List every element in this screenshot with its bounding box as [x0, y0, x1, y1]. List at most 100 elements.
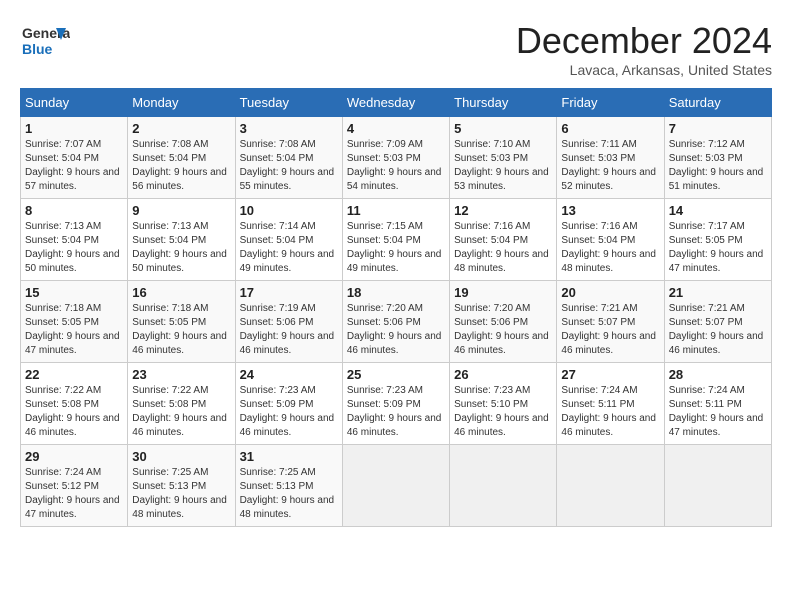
day-info: Sunrise: 7:24 AMSunset: 5:12 PMDaylight:… [25, 467, 120, 520]
day-number: 5 [454, 121, 552, 136]
day-number: 14 [669, 203, 767, 218]
day-info: Sunrise: 7:19 AMSunset: 5:06 PMDaylight:… [240, 303, 335, 356]
day-cell: 15 Sunrise: 7:18 AMSunset: 5:05 PMDaylig… [21, 281, 128, 363]
day-info: Sunrise: 7:25 AMSunset: 5:13 PMDaylight:… [132, 467, 227, 520]
day-info: Sunrise: 7:10 AMSunset: 5:03 PMDaylight:… [454, 139, 549, 192]
day-number: 3 [240, 121, 338, 136]
day-info: Sunrise: 7:16 AMSunset: 5:04 PMDaylight:… [561, 221, 656, 274]
day-number: 9 [132, 203, 230, 218]
day-of-week-header: Monday [128, 89, 235, 117]
day-of-week-header: Sunday [21, 89, 128, 117]
day-cell: 23 Sunrise: 7:22 AMSunset: 5:08 PMDaylig… [128, 363, 235, 445]
day-info: Sunrise: 7:18 AMSunset: 5:05 PMDaylight:… [132, 303, 227, 356]
day-info: Sunrise: 7:24 AMSunset: 5:11 PMDaylight:… [669, 385, 764, 438]
day-cell: 10 Sunrise: 7:14 AMSunset: 5:04 PMDaylig… [235, 199, 342, 281]
day-number: 28 [669, 367, 767, 382]
day-info: Sunrise: 7:07 AMSunset: 5:04 PMDaylight:… [25, 139, 120, 192]
day-info: Sunrise: 7:11 AMSunset: 5:03 PMDaylight:… [561, 139, 656, 192]
day-cell: 5 Sunrise: 7:10 AMSunset: 5:03 PMDayligh… [450, 117, 557, 199]
day-of-week-header: Wednesday [342, 89, 449, 117]
empty-day-cell [342, 445, 449, 527]
subtitle: Lavaca, Arkansas, United States [516, 62, 772, 78]
title-area: December 2024 Lavaca, Arkansas, United S… [516, 20, 772, 78]
day-cell: 13 Sunrise: 7:16 AMSunset: 5:04 PMDaylig… [557, 199, 664, 281]
day-info: Sunrise: 7:25 AMSunset: 5:13 PMDaylight:… [240, 467, 335, 520]
day-cell: 28 Sunrise: 7:24 AMSunset: 5:11 PMDaylig… [664, 363, 771, 445]
day-info: Sunrise: 7:22 AMSunset: 5:08 PMDaylight:… [25, 385, 120, 438]
day-number: 20 [561, 285, 659, 300]
day-info: Sunrise: 7:23 AMSunset: 5:09 PMDaylight:… [347, 385, 442, 438]
day-info: Sunrise: 7:17 AMSunset: 5:05 PMDaylight:… [669, 221, 764, 274]
day-number: 21 [669, 285, 767, 300]
empty-day-cell [557, 445, 664, 527]
day-cell: 8 Sunrise: 7:13 AMSunset: 5:04 PMDayligh… [21, 199, 128, 281]
day-cell: 19 Sunrise: 7:20 AMSunset: 5:06 PMDaylig… [450, 281, 557, 363]
day-info: Sunrise: 7:14 AMSunset: 5:04 PMDaylight:… [240, 221, 335, 274]
day-info: Sunrise: 7:16 AMSunset: 5:04 PMDaylight:… [454, 221, 549, 274]
day-of-week-header: Saturday [664, 89, 771, 117]
day-number: 25 [347, 367, 445, 382]
empty-day-cell [664, 445, 771, 527]
day-info: Sunrise: 7:08 AMSunset: 5:04 PMDaylight:… [132, 139, 227, 192]
day-cell: 22 Sunrise: 7:22 AMSunset: 5:08 PMDaylig… [21, 363, 128, 445]
day-cell: 21 Sunrise: 7:21 AMSunset: 5:07 PMDaylig… [664, 281, 771, 363]
day-number: 7 [669, 121, 767, 136]
day-info: Sunrise: 7:15 AMSunset: 5:04 PMDaylight:… [347, 221, 442, 274]
day-cell: 18 Sunrise: 7:20 AMSunset: 5:06 PMDaylig… [342, 281, 449, 363]
day-cell: 4 Sunrise: 7:09 AMSunset: 5:03 PMDayligh… [342, 117, 449, 199]
day-info: Sunrise: 7:08 AMSunset: 5:04 PMDaylight:… [240, 139, 335, 192]
day-number: 15 [25, 285, 123, 300]
day-cell: 24 Sunrise: 7:23 AMSunset: 5:09 PMDaylig… [235, 363, 342, 445]
day-cell: 2 Sunrise: 7:08 AMSunset: 5:04 PMDayligh… [128, 117, 235, 199]
day-cell: 20 Sunrise: 7:21 AMSunset: 5:07 PMDaylig… [557, 281, 664, 363]
day-number: 29 [25, 449, 123, 464]
month-title: December 2024 [516, 20, 772, 62]
day-cell: 3 Sunrise: 7:08 AMSunset: 5:04 PMDayligh… [235, 117, 342, 199]
day-info: Sunrise: 7:13 AMSunset: 5:04 PMDaylight:… [25, 221, 120, 274]
day-number: 17 [240, 285, 338, 300]
day-cell: 11 Sunrise: 7:15 AMSunset: 5:04 PMDaylig… [342, 199, 449, 281]
header: General Blue December 2024 Lavaca, Arkan… [20, 20, 772, 78]
day-number: 16 [132, 285, 230, 300]
day-number: 31 [240, 449, 338, 464]
day-number: 8 [25, 203, 123, 218]
day-of-week-header: Tuesday [235, 89, 342, 117]
day-number: 27 [561, 367, 659, 382]
day-info: Sunrise: 7:12 AMSunset: 5:03 PMDaylight:… [669, 139, 764, 192]
day-info: Sunrise: 7:23 AMSunset: 5:09 PMDaylight:… [240, 385, 335, 438]
day-info: Sunrise: 7:18 AMSunset: 5:05 PMDaylight:… [25, 303, 120, 356]
day-number: 1 [25, 121, 123, 136]
calendar-table: SundayMondayTuesdayWednesdayThursdayFrid… [20, 88, 772, 527]
day-number: 26 [454, 367, 552, 382]
day-number: 23 [132, 367, 230, 382]
day-info: Sunrise: 7:21 AMSunset: 5:07 PMDaylight:… [669, 303, 764, 356]
day-info: Sunrise: 7:13 AMSunset: 5:04 PMDaylight:… [132, 221, 227, 274]
day-info: Sunrise: 7:24 AMSunset: 5:11 PMDaylight:… [561, 385, 656, 438]
day-cell: 1 Sunrise: 7:07 AMSunset: 5:04 PMDayligh… [21, 117, 128, 199]
day-number: 2 [132, 121, 230, 136]
day-cell: 9 Sunrise: 7:13 AMSunset: 5:04 PMDayligh… [128, 199, 235, 281]
day-cell: 17 Sunrise: 7:19 AMSunset: 5:06 PMDaylig… [235, 281, 342, 363]
day-cell: 27 Sunrise: 7:24 AMSunset: 5:11 PMDaylig… [557, 363, 664, 445]
day-info: Sunrise: 7:23 AMSunset: 5:10 PMDaylight:… [454, 385, 549, 438]
day-cell: 16 Sunrise: 7:18 AMSunset: 5:05 PMDaylig… [128, 281, 235, 363]
day-cell: 12 Sunrise: 7:16 AMSunset: 5:04 PMDaylig… [450, 199, 557, 281]
day-number: 4 [347, 121, 445, 136]
day-number: 24 [240, 367, 338, 382]
svg-text:Blue: Blue [22, 41, 53, 57]
day-info: Sunrise: 7:20 AMSunset: 5:06 PMDaylight:… [454, 303, 549, 356]
day-cell: 14 Sunrise: 7:17 AMSunset: 5:05 PMDaylig… [664, 199, 771, 281]
day-of-week-header: Thursday [450, 89, 557, 117]
day-cell: 7 Sunrise: 7:12 AMSunset: 5:03 PMDayligh… [664, 117, 771, 199]
day-number: 12 [454, 203, 552, 218]
logo: General Blue [20, 20, 74, 60]
day-cell: 25 Sunrise: 7:23 AMSunset: 5:09 PMDaylig… [342, 363, 449, 445]
day-number: 18 [347, 285, 445, 300]
day-info: Sunrise: 7:22 AMSunset: 5:08 PMDaylight:… [132, 385, 227, 438]
day-number: 10 [240, 203, 338, 218]
day-cell: 31 Sunrise: 7:25 AMSunset: 5:13 PMDaylig… [235, 445, 342, 527]
day-number: 11 [347, 203, 445, 218]
day-cell: 6 Sunrise: 7:11 AMSunset: 5:03 PMDayligh… [557, 117, 664, 199]
day-cell: 26 Sunrise: 7:23 AMSunset: 5:10 PMDaylig… [450, 363, 557, 445]
day-of-week-header: Friday [557, 89, 664, 117]
